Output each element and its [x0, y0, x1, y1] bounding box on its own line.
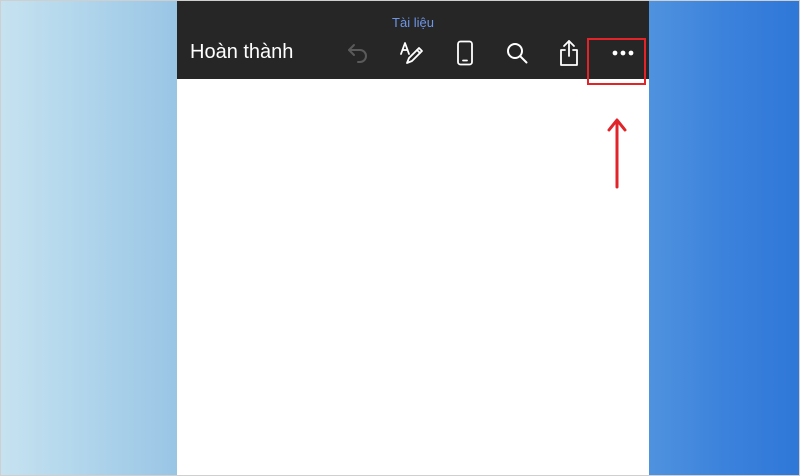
search-icon[interactable] — [503, 39, 531, 67]
document-canvas[interactable] — [177, 79, 649, 475]
phone-screen: Tài liệu Hoàn thành — [177, 1, 649, 475]
share-icon[interactable] — [555, 39, 583, 67]
undo-icon[interactable] — [344, 39, 372, 67]
done-button[interactable]: Hoàn thành — [190, 41, 293, 64]
document-title: Tài liệu — [392, 15, 434, 30]
pen-icon[interactable] — [397, 39, 425, 67]
top-toolbar: Tài liệu Hoàn thành — [177, 1, 649, 79]
more-button-highlight — [587, 38, 646, 85]
red-arrow-annotation — [607, 118, 627, 189]
background-right-panel — [649, 1, 799, 475]
mobile-view-icon[interactable] — [451, 39, 479, 67]
background-left-panel — [1, 1, 177, 475]
screenshot-frame: Tài liệu Hoàn thành — [0, 0, 800, 476]
